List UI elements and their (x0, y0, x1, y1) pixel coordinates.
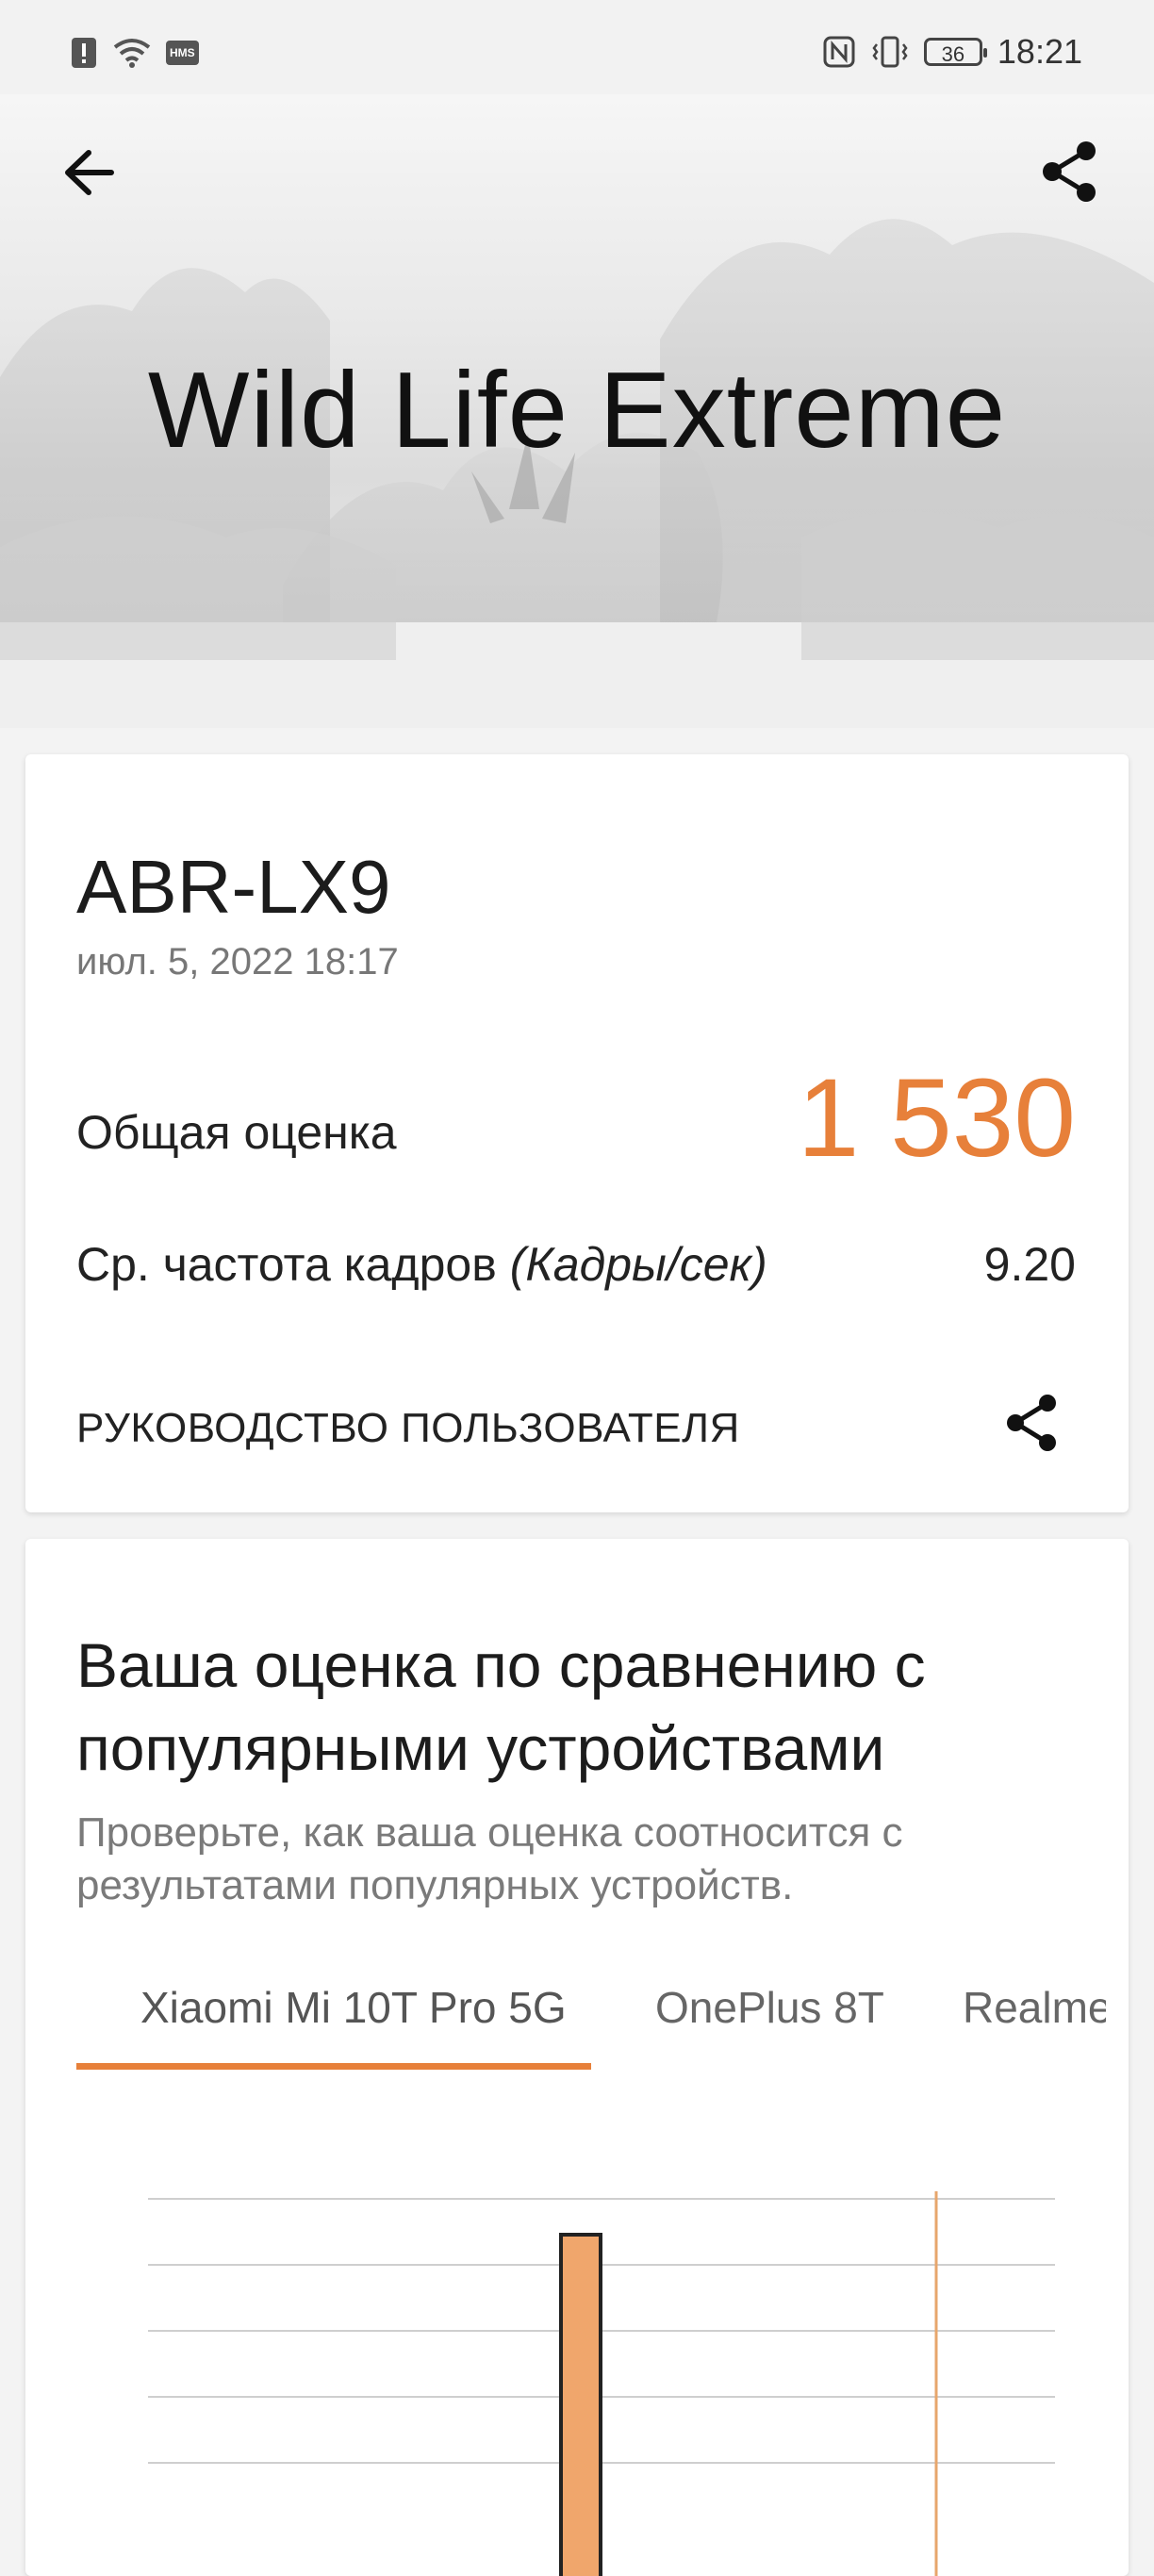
fps-unit: (Кадры/сек) (509, 1238, 767, 1291)
device-tabs: Xiaomi Mi 10T Pro 5G OnePlus 8T Realme (76, 1982, 1106, 2086)
tab-realme[interactable]: Realme (963, 1982, 1106, 2033)
active-tab-indicator (76, 2063, 591, 2070)
user-guide-link[interactable]: РУКОВОДСТВО ПОЛЬЗОВАТЕЛЯ (76, 1405, 740, 1452)
fps-value: 9.20 (983, 1238, 1076, 1291)
tab-xiaomi-mi-10t-pro-5g[interactable]: Xiaomi Mi 10T Pro 5G (140, 1982, 567, 2033)
status-left-icons: HMS (70, 36, 199, 70)
score-value: 1 530 (797, 1056, 1076, 1181)
wifi-icon (113, 39, 151, 68)
histogram-bar (559, 2233, 602, 2576)
status-bar: HMS 36 18:21 (0, 0, 1154, 94)
device-name: ABR-LX9 (76, 845, 391, 929)
battery-icon: 36 (923, 38, 987, 66)
score-label: Общая оценка (76, 1106, 397, 1159)
comparison-title: Ваша оценка по сравнению с популярными у… (76, 1630, 926, 1783)
back-arrow-icon[interactable] (57, 140, 123, 206)
fps-label-text: Ср. частота кадров (76, 1238, 497, 1291)
tab-oneplus-8t[interactable]: OnePlus 8T (655, 1982, 884, 2033)
result-card: ABR-LX9 июл. 5, 2022 18:17 Общая оценка … (25, 754, 1129, 1512)
comparison-subtitle: Проверьте, как ваша оценка соотносится с… (76, 1809, 903, 1908)
comparison-card: Ваша оценка по сравнению с популярными у… (25, 1539, 1129, 2576)
hero-banner: Wild Life Extreme (0, 94, 1154, 728)
fps-label: Ср. частота кадров (Кадры/сек) (76, 1237, 767, 1292)
test-date: июл. 5, 2022 18:17 (76, 941, 399, 983)
alert-icon (72, 38, 96, 68)
share-icon[interactable] (1033, 136, 1105, 207)
status-time: 18:21 (997, 32, 1082, 71)
vibrate-icon (872, 36, 908, 68)
hms-icon: HMS (166, 41, 199, 65)
page-title: Wild Life Extreme (147, 351, 1007, 471)
share-icon[interactable] (998, 1390, 1064, 1456)
status-right-icons: 36 18:21 (822, 32, 1082, 72)
comparison-chart (148, 2191, 1055, 2576)
nfc-icon (823, 36, 855, 68)
